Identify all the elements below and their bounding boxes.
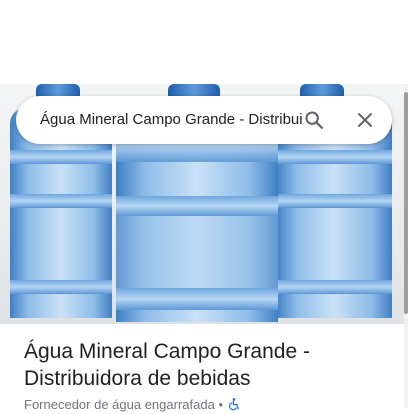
scrollbar-thumb[interactable] xyxy=(404,92,408,314)
wheelchair-icon xyxy=(228,398,239,411)
close-icon xyxy=(358,113,372,127)
search-button[interactable] xyxy=(290,96,338,144)
clear-search-button[interactable] xyxy=(341,96,389,144)
blank-header-area xyxy=(0,0,408,84)
place-title: Água Mineral Campo Grande - Distribuidor… xyxy=(24,340,310,390)
separator-dot: • xyxy=(218,397,223,412)
search-bar[interactable]: Água Mineral Campo Grande - Distribuidor… xyxy=(16,96,392,144)
search-input[interactable]: Água Mineral Campo Grande - Distribuidor… xyxy=(40,96,302,144)
place-category[interactable]: Fornecedor de água engarrafada xyxy=(24,397,215,412)
place-subtitle: Fornecedor de água engarrafada • xyxy=(24,396,394,414)
search-icon xyxy=(305,111,323,129)
